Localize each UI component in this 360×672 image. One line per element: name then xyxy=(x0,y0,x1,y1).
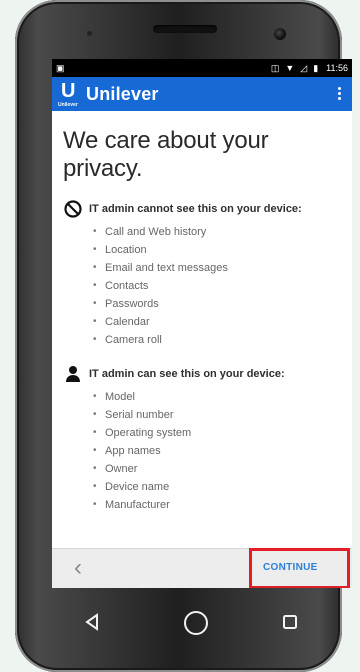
earpiece-speaker xyxy=(153,25,217,33)
cannot-see-list: Call and Web history Location Email and … xyxy=(63,223,345,349)
circle-home-icon[interactable] xyxy=(182,609,210,637)
screenshot-page: ▣ ◫ ▼ ◿ ▮ 11:56 U Unilever Unilever We c… xyxy=(0,0,360,672)
continue-button[interactable]: CONTINUE xyxy=(263,562,318,573)
status-right: ◫ ▼ ◿ ▮ 11:56 xyxy=(271,63,348,73)
status-bar: ▣ ◫ ▼ ◿ ▮ 11:56 xyxy=(52,59,352,77)
app-brand: U Unilever Unilever xyxy=(58,80,159,108)
privacy-title: We care about your privacy. xyxy=(63,127,269,182)
prohibited-icon xyxy=(64,200,82,218)
list-item: Call and Web history xyxy=(93,223,345,241)
can-see-list: Model Serial number Operating system App… xyxy=(63,388,345,514)
front-sensor xyxy=(87,31,92,36)
status-time: 11:56 xyxy=(326,63,348,73)
can-see-title: IT admin can see this on your device: xyxy=(89,367,285,380)
image-icon: ▣ xyxy=(56,62,65,73)
cannot-see-header: IT admin cannot see this on your device: xyxy=(63,199,345,219)
list-item: Owner xyxy=(93,460,345,478)
signal-muted-icon: ◿ xyxy=(300,62,308,73)
list-item: Operating system xyxy=(93,424,345,442)
list-item: Passwords xyxy=(93,295,345,313)
privacy-content: We care about your privacy. IT admin can… xyxy=(52,111,352,514)
person-icon xyxy=(66,366,80,382)
list-item: Location xyxy=(93,241,345,259)
unilever-logo-mark: U xyxy=(61,80,75,102)
app-title: Unilever xyxy=(86,83,159,104)
list-item: Calendar xyxy=(93,313,345,331)
front-camera xyxy=(274,28,286,40)
triangle-back-icon[interactable] xyxy=(82,612,102,632)
list-item: Serial number xyxy=(93,406,345,424)
status-left: ▣ xyxy=(56,62,65,73)
app-bar: U Unilever Unilever xyxy=(52,77,352,111)
list-item: App names xyxy=(93,442,345,460)
list-item: Camera roll xyxy=(93,331,345,349)
overflow-menu-icon[interactable] xyxy=(336,85,344,103)
cannot-see-title: IT admin cannot see this on your device: xyxy=(89,202,302,215)
can-see-header: IT admin can see this on your device: xyxy=(63,364,345,384)
list-item: Device name xyxy=(93,478,345,496)
vibrate-icon: ◫ xyxy=(270,62,280,73)
can-see-section: IT admin can see this on your device: Mo… xyxy=(63,364,345,514)
chevron-left-icon[interactable]: ‹ xyxy=(66,556,90,580)
unilever-logo: U Unilever xyxy=(58,80,82,108)
list-item: Contacts xyxy=(93,277,345,295)
unilever-logo-text: Unilever xyxy=(58,102,78,108)
cannot-see-section: IT admin cannot see this on your device:… xyxy=(63,199,345,349)
list-item: Model xyxy=(93,388,345,406)
phone-screen: ▣ ◫ ▼ ◿ ▮ 11:56 U Unilever Unilever We c… xyxy=(52,59,352,588)
square-recents-icon[interactable] xyxy=(281,613,299,631)
list-item: Email and text messages xyxy=(93,259,345,277)
wifi-icon: ▼ xyxy=(285,62,295,73)
battery-icon: ▮ xyxy=(313,62,319,73)
bottom-nav-bar: ‹ CONTINUE xyxy=(52,548,352,588)
device-navigation-bar xyxy=(62,600,328,650)
list-item: Manufacturer xyxy=(93,496,345,514)
phone-frame: ▣ ◫ ▼ ◿ ▮ 11:56 U Unilever Unilever We c… xyxy=(15,0,352,672)
